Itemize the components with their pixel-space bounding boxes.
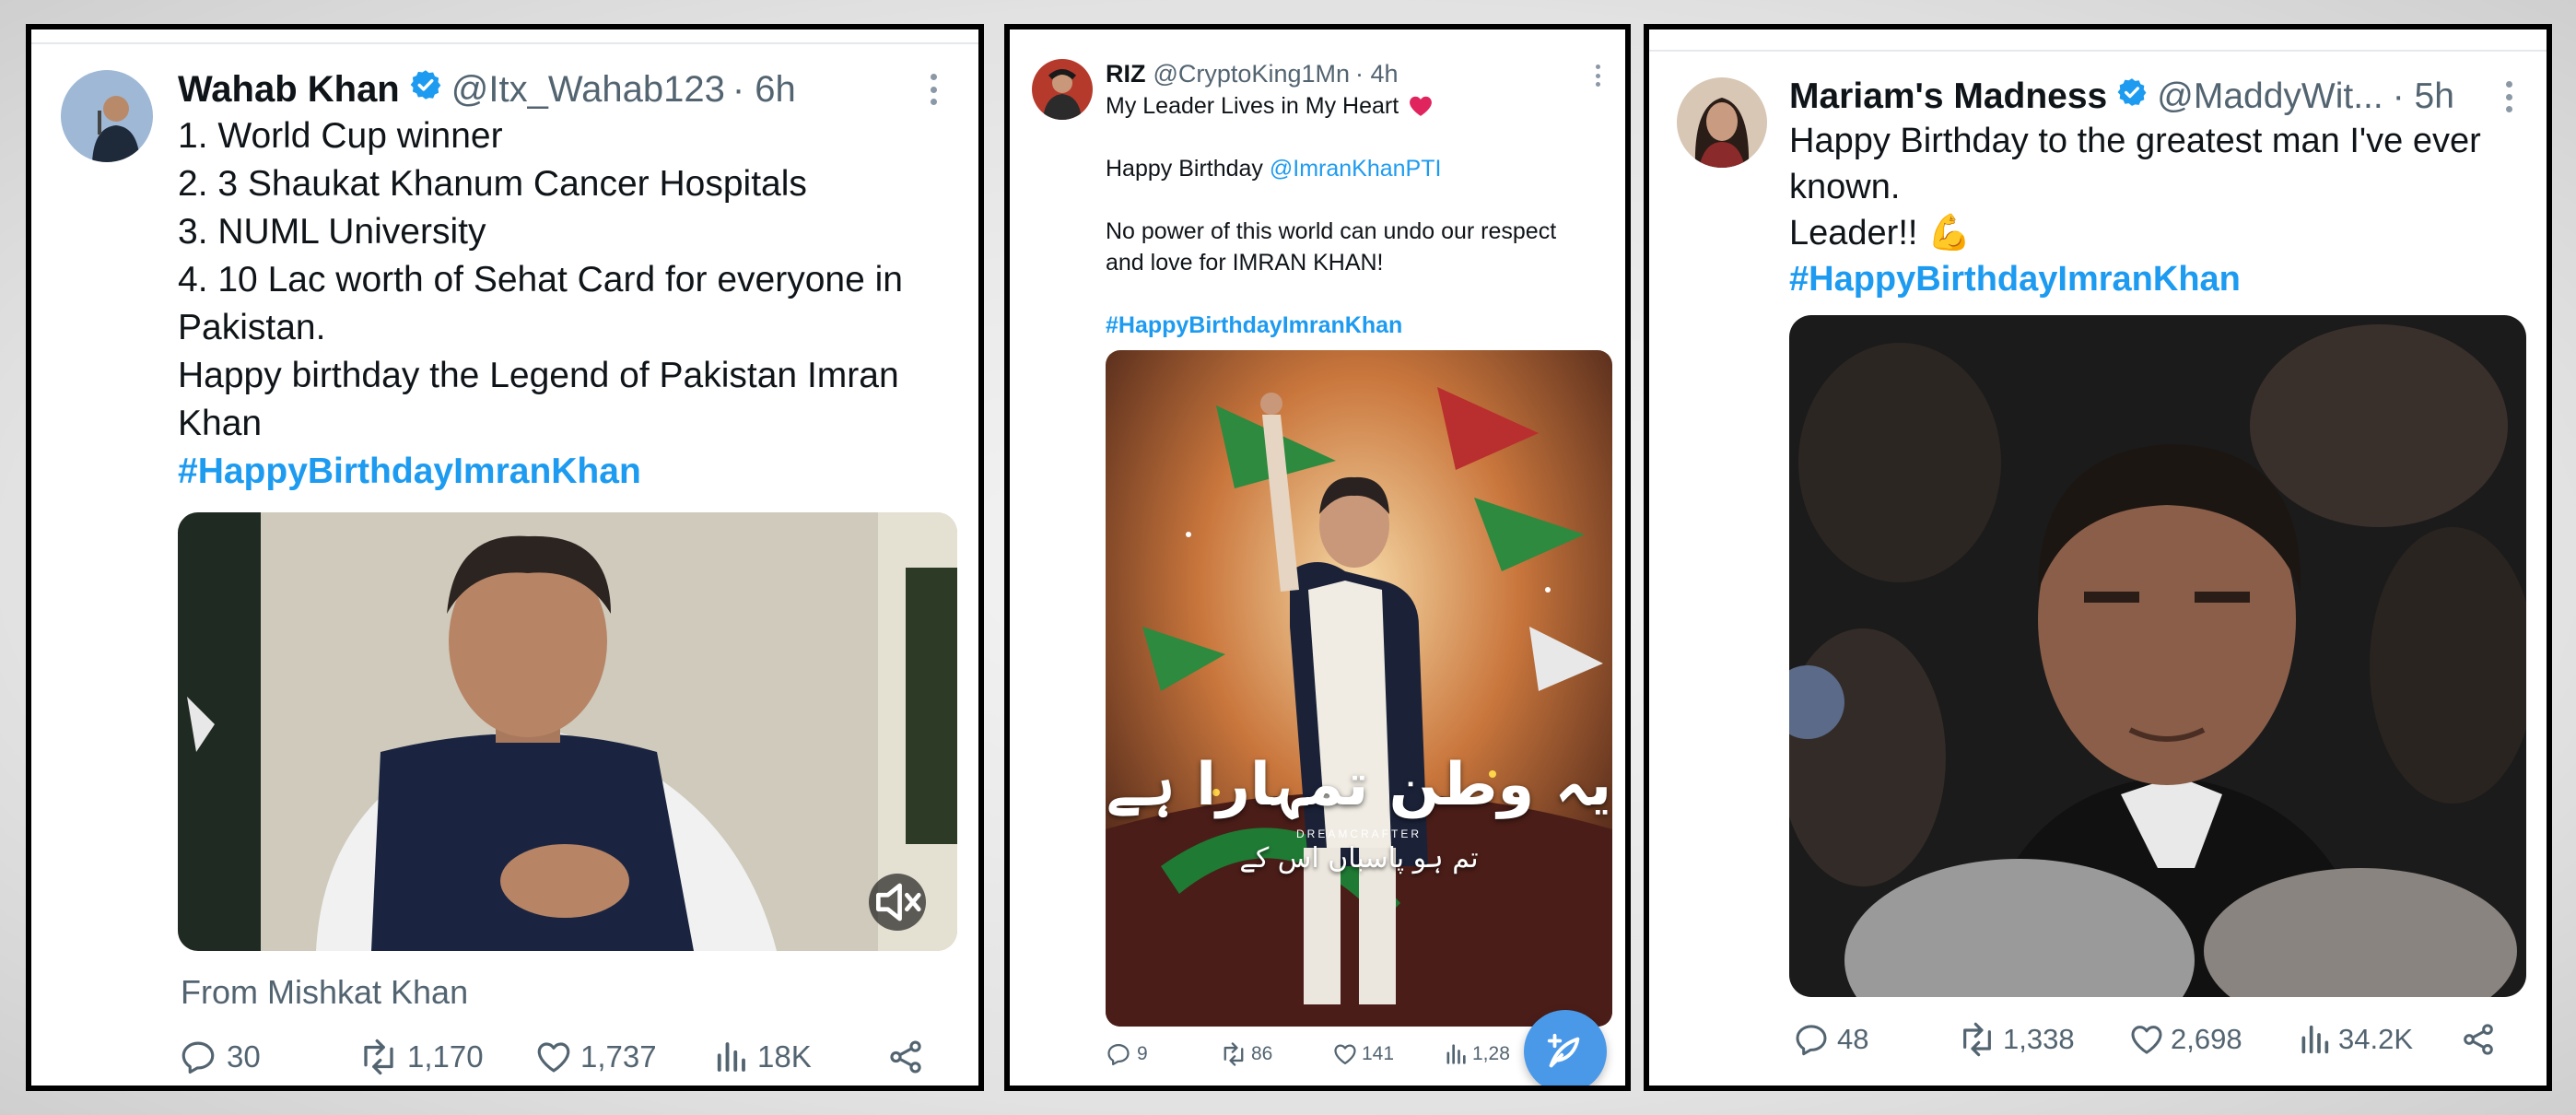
compose-post-button[interactable]	[1524, 1010, 1607, 1086]
views-chart-icon	[1446, 1044, 1466, 1064]
tweet-line: 3. NUML University	[178, 212, 486, 252]
red-heart-icon	[1410, 96, 1433, 116]
reply-icon	[1796, 1025, 1827, 1056]
reply-count: 30	[227, 1039, 261, 1074]
heart-icon	[537, 1042, 570, 1073]
repost-button[interactable]: 1,170	[357, 1038, 484, 1076]
handle[interactable]: @Itx_Wahab123	[451, 69, 725, 111]
repost-icon	[364, 1039, 393, 1075]
share-icon	[890, 1040, 921, 1074]
display-name[interactable]: Mariam's Madness	[1789, 76, 2107, 117]
tweet-card-mariam: Mariam's Madness @MaddyWit... · 5h Happy…	[1644, 24, 2552, 1091]
timestamp[interactable]: · 5h	[2393, 76, 2454, 117]
repost-button[interactable]: 86	[1220, 1041, 1272, 1067]
reply-button[interactable]: 9	[1106, 1041, 1148, 1067]
tweet-text: My Leader Lives in My Heart Happy Birthd…	[1106, 90, 1622, 341]
video-attribution[interactable]: From Mishkat Khan	[181, 973, 468, 1012]
tweet-line: 1. World Cup winner	[178, 116, 503, 156]
reply-button[interactable]: 30	[179, 1038, 261, 1076]
handle[interactable]: @MaddyWit...	[2157, 76, 2383, 117]
views-button[interactable]: 1,28	[1443, 1041, 1510, 1067]
hashtag-link[interactable]: #HappyBirthdayImranKhan	[178, 448, 970, 496]
views-chart-icon	[717, 1042, 745, 1072]
photo-image[interactable]	[1789, 315, 2526, 997]
compose-feather-icon	[1547, 1033, 1580, 1068]
repost-icon	[1963, 1022, 1991, 1057]
tweet-line: 2. 3 Shaukat Khanum Cancer Hospitals	[178, 164, 807, 204]
views-button[interactable]: 34.2K	[2296, 1021, 2413, 1058]
views-count: 18K	[757, 1039, 812, 1074]
tweet-line: Leader!! 💪	[1789, 214, 1972, 252]
tweet-line: Khan	[178, 404, 263, 443]
tweet-line: Happy Birthday to the greatest man I've …	[1789, 122, 2481, 160]
reply-icon	[181, 1041, 215, 1074]
tweet-text: Happy Birthday to the greatest man I've …	[1789, 118, 2526, 302]
repost-count: 86	[1251, 1043, 1273, 1064]
poster-image[interactable]: یہ وطن تمہارا ہے DREAMCRAFTER تم ہو پاسب…	[1106, 350, 1612, 1027]
poster-subtitle: تم ہو پاسباں اس کے	[1239, 842, 1479, 874]
avatar[interactable]	[1032, 59, 1093, 120]
views-chart-icon	[2301, 1025, 2329, 1054]
tweet-line: and love for IMRAN KHAN!	[1106, 250, 1384, 276]
like-count: 141	[1362, 1043, 1395, 1064]
timeline-divider	[1649, 50, 2547, 52]
reply-button[interactable]: 48	[1793, 1021, 1868, 1058]
share-button[interactable]	[2460, 1021, 2497, 1058]
tweet-line: Pakistan.	[178, 308, 326, 347]
avatar[interactable]	[61, 70, 153, 162]
like-button[interactable]: 1,737	[534, 1038, 657, 1076]
handle[interactable]: @CryptoKing1Mn	[1153, 60, 1351, 88]
repost-count: 1,170	[407, 1039, 484, 1074]
display-name[interactable]: RIZ	[1106, 60, 1146, 88]
hashtag-link[interactable]: #HappyBirthdayImranKhan	[1106, 310, 1622, 341]
hashtag-link[interactable]: #HappyBirthdayImranKhan	[1789, 256, 2526, 302]
tweet-line: Happy birthday the Legend of Pakistan Im…	[178, 356, 899, 395]
timeline-divider	[31, 42, 978, 44]
like-button[interactable]: 2,698	[2128, 1021, 2242, 1058]
tweet-card-riz: RIZ @CryptoKing1Mn · 4h My Leader Lives …	[1004, 24, 1631, 1091]
heart-icon	[2131, 1026, 2162, 1054]
mute-icon[interactable]	[869, 874, 926, 931]
reply-icon	[1107, 1043, 1130, 1066]
share-icon	[2464, 1024, 2493, 1055]
tweet-line: Happy Birthday	[1106, 156, 1270, 182]
views-count: 1,28	[1472, 1043, 1510, 1064]
display-name[interactable]: Wahab Khan	[178, 69, 400, 111]
timestamp[interactable]: · 4h	[1355, 60, 1399, 88]
video-player[interactable]	[178, 512, 957, 951]
reply-count: 9	[1137, 1043, 1148, 1064]
mention-link[interactable]: @ImranKhanPTI	[1270, 156, 1442, 182]
more-options-icon[interactable]	[929, 74, 938, 105]
tweet-line: No power of this world can undo our resp…	[1106, 218, 1557, 244]
repost-count: 1,338	[2003, 1023, 2075, 1055]
repost-button[interactable]: 1,338	[1957, 1021, 2075, 1058]
heart-icon	[1334, 1044, 1356, 1065]
views-count: 34.2K	[2338, 1023, 2414, 1055]
more-options-icon[interactable]	[2504, 81, 2513, 112]
repost-icon	[1224, 1042, 1244, 1066]
tweet-text: 1. World Cup winner 2. 3 Shaukat Khanum …	[178, 112, 970, 496]
more-options-icon[interactable]	[1594, 65, 1601, 87]
tweet-line: 4. 10 Lac worth of Sehat Card for everyo…	[178, 260, 903, 299]
verified-badge-icon	[2116, 76, 2148, 117]
tweet-line: My Leader Lives in My Heart	[1106, 93, 1399, 119]
reply-count: 48	[1837, 1023, 1869, 1055]
like-count: 2,698	[2171, 1023, 2242, 1055]
like-count: 1,737	[580, 1039, 657, 1074]
tweet-line: known.	[1789, 168, 1901, 206]
verified-badge-icon	[409, 68, 442, 111]
poster-credit: DREAMCRAFTER	[1295, 827, 1422, 840]
poster-title: یہ وطن تمہارا ہے	[1106, 751, 1612, 819]
share-button[interactable]	[886, 1038, 925, 1076]
views-button[interactable]: 18K	[711, 1038, 812, 1076]
avatar[interactable]	[1677, 77, 1767, 168]
tweet-card-wahab: Wahab Khan @Itx_Wahab123 · 6h 1. World C…	[26, 24, 984, 1091]
timestamp[interactable]: · 6h	[732, 69, 796, 111]
like-button[interactable]: 141	[1332, 1041, 1394, 1067]
